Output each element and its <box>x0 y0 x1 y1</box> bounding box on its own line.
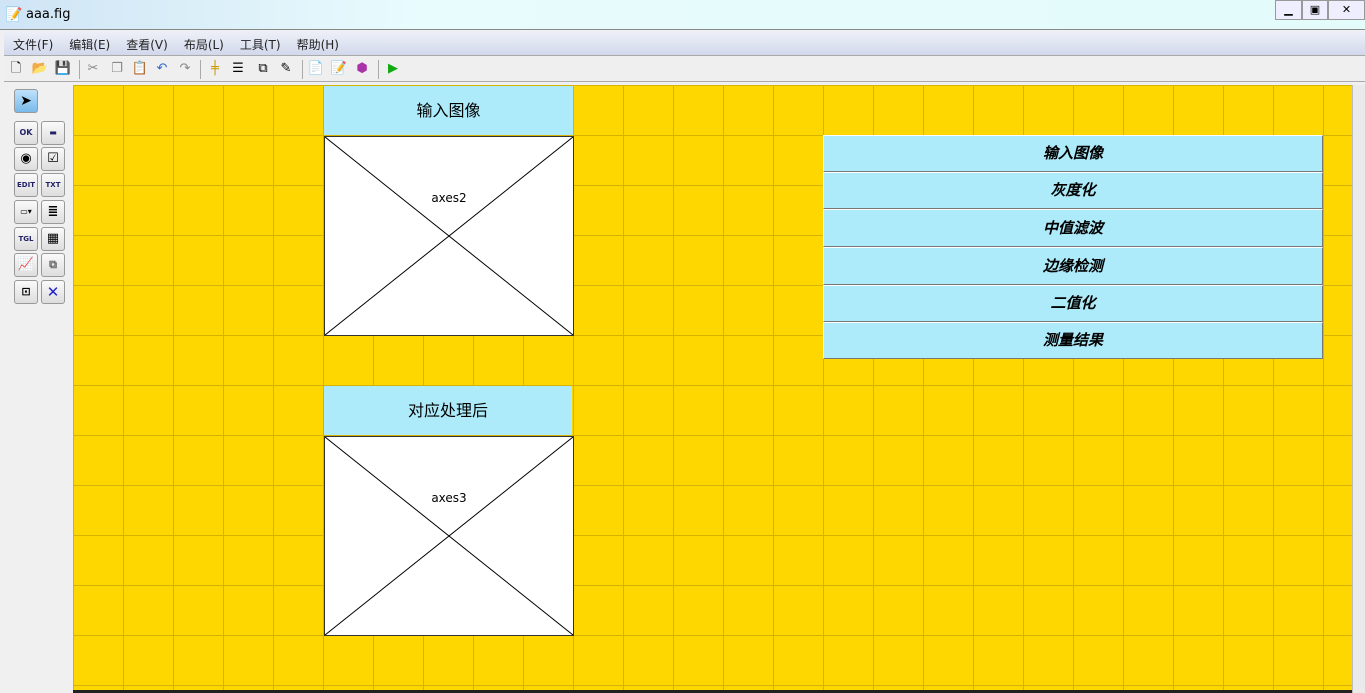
edit-tool[interactable]: EDIT <box>14 173 38 197</box>
toggle-tool[interactable]: TGL <box>14 227 38 251</box>
paste-icon[interactable]: 📋 <box>131 60 149 78</box>
open-icon[interactable]: 📂 <box>31 60 49 78</box>
menu-bar: 文件(F) 编辑(E) 查看(V) 布局(L) 工具(T) 帮助(H) <box>4 31 1365 56</box>
figure-icon: 📝 <box>5 7 23 23</box>
menu-edit[interactable]: 编辑(E) <box>60 31 117 53</box>
window-title: aaa.fig <box>26 7 71 22</box>
panel-tool-icon[interactable]: ⧉ <box>41 253 65 277</box>
cut-icon[interactable]: ✂ <box>84 60 102 78</box>
menu-tools[interactable]: 工具(T) <box>231 31 288 53</box>
pushbutton-tool[interactable]: OK <box>14 121 38 145</box>
table-tool-icon[interactable]: ▦ <box>41 227 65 251</box>
axes2[interactable]: axes2 <box>324 136 574 336</box>
binarize-button[interactable]: 二值化 <box>823 285 1323 322</box>
input-image-title[interactable]: 输入图像 <box>324 86 573 135</box>
run-icon[interactable]: ▶ <box>384 60 402 78</box>
tab-order-icon[interactable]: ⧉ <box>254 60 272 78</box>
minimize-button[interactable]: ▁ <box>1275 0 1302 20</box>
title-bar: 📝 aaa.fig ▁ ▣ ✕ <box>0 0 1365 30</box>
axes-label: axes3 <box>431 491 467 505</box>
close-button[interactable]: ✕ <box>1328 0 1365 20</box>
measure-result-button[interactable]: 测量结果 <box>823 322 1323 359</box>
new-icon[interactable]: 🗋 <box>7 60 25 78</box>
undo-icon[interactable]: ↶ <box>153 60 171 78</box>
component-palette: ➤ OK ▬ ◉ ☑ EDIT TXT ▭▾ ≣ TGL ▦ 📈 ⧉ ⊡ ✕ <box>4 84 73 693</box>
menu-layout[interactable]: 布局(L) <box>175 31 231 53</box>
menu-help[interactable]: 帮助(H) <box>288 31 346 53</box>
grayscale-button[interactable]: 灰度化 <box>823 172 1323 209</box>
vertical-scrollbar[interactable] <box>1352 85 1365 693</box>
popup-tool-icon[interactable]: ▭▾ <box>14 200 38 224</box>
processed-title[interactable]: 对应处理后 <box>324 386 572 435</box>
text-tool[interactable]: TXT <box>41 173 65 197</box>
menu-view[interactable]: 查看(V) <box>117 31 175 53</box>
toolbar-editor-icon[interactable]: ✎ <box>277 60 295 78</box>
axes-placeholder-cross <box>325 437 573 635</box>
menu-file[interactable]: 文件(F) <box>4 31 60 53</box>
slider-tool-icon[interactable]: ▬ <box>41 121 65 145</box>
select-tool-icon[interactable]: ➤ <box>14 89 38 113</box>
align-icon[interactable]: ╪ <box>206 60 224 78</box>
mfile-editor-icon[interactable]: 📄 <box>307 60 325 78</box>
toolbar: 🗋 📂 💾 ✂ ❐ 📋 ↶ ↷ ╪ ☰ ⧉ ✎ 📄 📝 ⬢ ▶ <box>4 57 1365 82</box>
listbox-tool-icon[interactable]: ≣ <box>41 200 65 224</box>
property-inspector-icon[interactable]: 📝 <box>330 60 348 78</box>
checkbox-tool-icon[interactable]: ☑ <box>41 147 65 171</box>
layout-canvas[interactable]: 输入图像 axes2 对应处理后 axes3 输入图像 灰度化 中值滤波 边缘检… <box>73 85 1352 690</box>
axes-tool-icon[interactable]: 📈 <box>14 253 38 277</box>
median-filter-button[interactable]: 中值滤波 <box>823 209 1323 247</box>
axes-placeholder-cross <box>325 137 573 335</box>
maximize-button[interactable]: ▣ <box>1302 0 1328 20</box>
input-image-button[interactable]: 输入图像 <box>823 135 1323 172</box>
object-browser-icon[interactable]: ⬢ <box>353 60 371 78</box>
radio-tool-icon[interactable]: ◉ <box>14 147 38 171</box>
axes-label: axes2 <box>431 191 467 205</box>
buttongroup-tool-icon[interactable]: ⊡ <box>14 280 38 304</box>
menu-editor-icon[interactable]: ☰ <box>229 60 247 78</box>
save-icon[interactable]: 💾 <box>54 60 72 78</box>
redo-icon[interactable]: ↷ <box>176 60 194 78</box>
axes3[interactable]: axes3 <box>324 436 574 636</box>
copy-icon[interactable]: ❐ <box>108 60 126 78</box>
activex-tool-icon[interactable]: ✕ <box>41 280 65 304</box>
edge-detect-button[interactable]: 边缘检测 <box>823 247 1323 285</box>
